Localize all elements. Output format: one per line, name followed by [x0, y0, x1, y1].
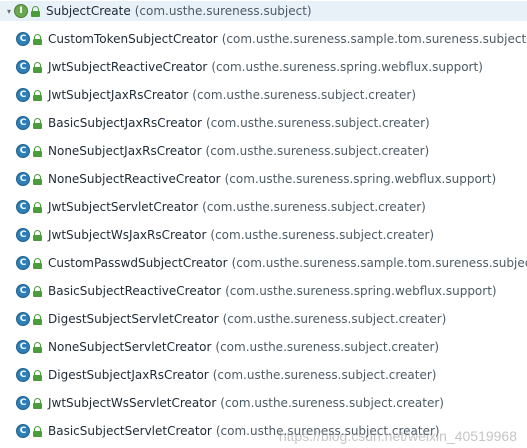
lock-icon: [33, 33, 42, 45]
class-icon: C: [16, 144, 30, 158]
tree-row[interactable]: C NoneSubjectReactiveCreator (com.usthe.su…: [16, 169, 496, 189]
class-icon: C: [16, 228, 30, 242]
class-icon: C: [16, 340, 30, 354]
root-package-name: (com.usthe.sureness.subject): [134, 4, 312, 18]
package-name: (com.usthe.sureness.subject.creater): [205, 144, 430, 158]
tree-row[interactable]: C JwtSubjectReactiveCreator (com.usthe.sur…: [16, 57, 483, 77]
class-name: NoneSubjectServletCreator: [48, 340, 212, 354]
class-name: BasicSubjectServletCreator: [48, 424, 212, 438]
tree-row[interactable]: C DigestSubjectJaxRsCreator (com.usthe.sur…: [16, 365, 436, 385]
tree-row[interactable]: C JwtSubjectJaxRsCreator (com.usthe.surene…: [16, 85, 416, 105]
lock-icon: [33, 173, 42, 185]
class-icon: C: [16, 424, 30, 438]
lock-icon: [33, 341, 42, 353]
class-icon: C: [16, 88, 30, 102]
tree-row[interactable]: C NoneSubjectJaxRsCreator (com.usthe.suren…: [16, 141, 429, 161]
lock-icon: [33, 285, 42, 297]
lock-icon: [33, 425, 42, 437]
tree-row[interactable]: C NoneSubjectServletCreator (com.usthe.sur…: [16, 337, 439, 357]
lock-icon: [33, 145, 42, 157]
lock-icon: [33, 257, 42, 269]
lock-icon: [33, 201, 42, 213]
class-icon: C: [16, 256, 30, 270]
class-name: BasicSubjectJaxRsCreator: [48, 116, 202, 130]
package-name: (com.usthe.sureness.subject.creater): [205, 116, 430, 130]
class-name: DigestSubjectJaxRsCreator: [48, 368, 209, 382]
class-name: JwtSubjectWsServletCreator: [48, 396, 217, 410]
class-icon: C: [16, 396, 30, 410]
tree-row[interactable]: C JwtSubjectWsJaxRsCreator (com.usthe.sure…: [16, 225, 434, 245]
lock-icon: [33, 61, 42, 73]
type-hierarchy-tree: ▾ I SubjectCreate (com.usthe.sureness.su…: [0, 0, 527, 448]
package-name: (com.usthe.sureness.subject.creater): [210, 228, 435, 242]
class-icon: C: [16, 32, 30, 46]
class-icon: C: [16, 172, 30, 186]
class-name: JwtSubjectReactiveCreator: [48, 60, 208, 74]
package-name: (com.usthe.sureness.spring.webflux.suppo…: [225, 284, 497, 298]
package-name: (com.usthe.sureness.spring.webflux.suppo…: [211, 60, 483, 74]
root-class-name: SubjectCreate: [46, 4, 131, 18]
package-name: (com.usthe.sureness.subject.creater): [212, 368, 437, 382]
tree-row[interactable]: C DigestSubjectServletCreator (com.usthe.s…: [16, 309, 446, 329]
package-name: (com.usthe.sureness.sample.tom.sureness.…: [221, 32, 527, 46]
lock-icon: [33, 313, 42, 325]
class-icon: C: [16, 312, 30, 326]
tree-row[interactable]: C BasicSubjectJaxRsCreator (com.usthe.sure…: [16, 113, 430, 133]
tree-row[interactable]: C CustomPasswdSubjectCreator (com.usthe.su…: [16, 253, 527, 273]
package-name: (com.usthe.sureness.subject.creater): [215, 340, 440, 354]
class-name: JwtSubjectWsJaxRsCreator: [48, 228, 207, 242]
package-name: (com.usthe.sureness.subject.creater): [220, 396, 444, 410]
class-icon: C: [16, 116, 30, 130]
lock-icon: [33, 229, 42, 241]
lock-icon: [33, 89, 42, 101]
class-name: CustomPasswdSubjectCreator: [48, 256, 228, 270]
package-name: (com.usthe.sureness.subject.creater): [222, 312, 447, 326]
tree-row[interactable]: C BasicSubjectReactiveCreator (com.usthe.s…: [16, 281, 497, 301]
class-name: CustomTokenSubjectCreator: [48, 32, 218, 46]
class-name: DigestSubjectServletCreator: [48, 312, 219, 326]
class-name: NoneSubjectJaxRsCreator: [48, 144, 202, 158]
tree-row-root[interactable]: ▾ I SubjectCreate (com.usthe.sureness.su…: [0, 1, 527, 21]
tree-row[interactable]: C CustomTokenSubjectCreator (com.usthe.sur…: [16, 29, 527, 49]
class-icon: C: [16, 284, 30, 298]
class-icon: C: [16, 368, 30, 382]
package-name: (com.usthe.sureness.subject.creater): [202, 200, 426, 214]
class-name: BasicSubjectReactiveCreator: [48, 284, 222, 298]
lock-icon: [33, 369, 42, 381]
class-name: NoneSubjectReactiveCreator: [48, 172, 221, 186]
class-icon: C: [16, 60, 30, 74]
lock-icon: [31, 5, 40, 17]
watermark: https://blog.csdn.net/weixin_40519968: [278, 428, 517, 444]
package-name: (com.usthe.sureness.sample.tom.sureness.…: [231, 256, 527, 270]
class-icon: C: [16, 200, 30, 214]
lock-icon: [33, 117, 42, 129]
class-name: JwtSubjectServletCreator: [48, 200, 199, 214]
interface-icon: I: [14, 4, 28, 18]
package-name: (com.usthe.sureness.spring.webflux.suppo…: [224, 172, 497, 186]
lock-icon: [33, 397, 42, 409]
class-name: JwtSubjectJaxRsCreator: [48, 88, 189, 102]
tree-row[interactable]: C JwtSubjectWsServletCreator (com.usthe.su…: [16, 393, 444, 413]
tree-row[interactable]: C JwtSubjectServletCreator (com.usthe.sure…: [16, 197, 426, 217]
package-name: (com.usthe.sureness.subject.creater): [192, 88, 417, 102]
chevron-down-icon[interactable]: ▾: [4, 7, 14, 16]
